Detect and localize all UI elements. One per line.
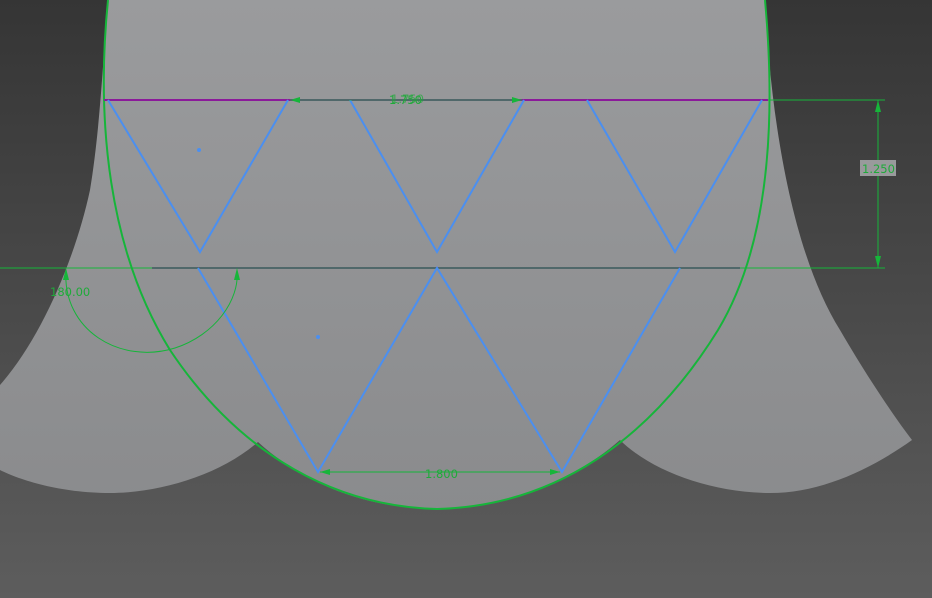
- cad-sketch-viewport[interactable]: 1.750 1.750 1.250 180.00 1.800: [0, 0, 932, 598]
- sketch-point[interactable]: [197, 148, 201, 152]
- sketch-canvas[interactable]: 1.750 1.750 1.250 180.00 1.800: [0, 0, 932, 598]
- dimension-bottom-width-value[interactable]: 1.800: [425, 467, 458, 481]
- sketch-point[interactable]: [316, 335, 320, 339]
- dimension-angle-value[interactable]: 180.00: [50, 285, 90, 299]
- dimension-top-width-overlap: 1.750: [391, 92, 424, 106]
- dimension-vertical-height-value[interactable]: 1.250: [862, 162, 895, 176]
